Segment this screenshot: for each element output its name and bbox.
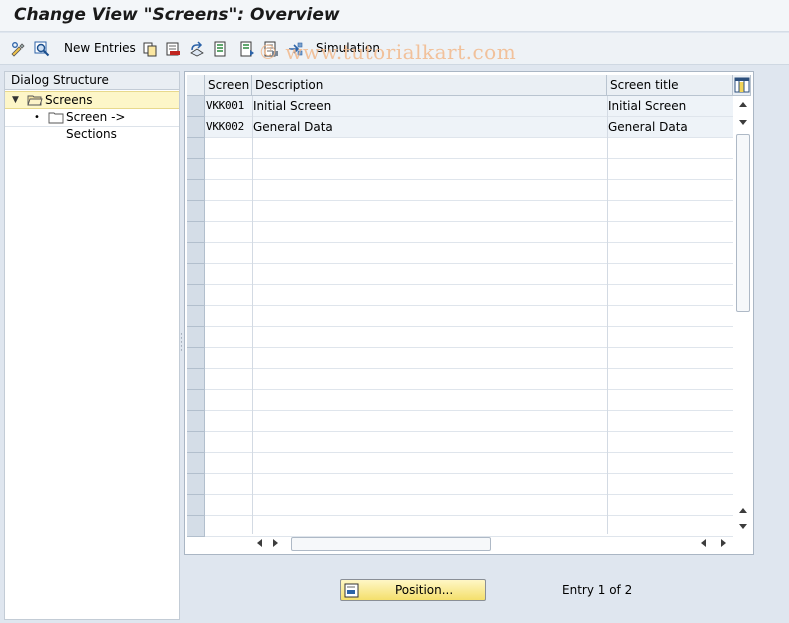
row-selector[interactable] [187, 264, 205, 285]
expand-toggle-icon[interactable]: ▼ [12, 92, 19, 109]
table-settings-icon [734, 77, 750, 93]
screens-table: Screen Description Screen title VKK001 In… [184, 71, 754, 555]
scroll-right-icon[interactable] [273, 539, 278, 547]
row-selector[interactable] [187, 432, 205, 453]
table-row[interactable] [205, 474, 733, 495]
table-row[interactable] [205, 201, 733, 222]
table-row[interactable] [205, 138, 733, 159]
tree-node-screen-sections[interactable]: • Screen -> Sections [5, 109, 179, 141]
row-selector[interactable] [187, 516, 205, 537]
tree-node-label: Screen -> Sections [66, 110, 126, 141]
row-selector[interactable] [187, 222, 205, 243]
table-row[interactable] [205, 453, 733, 474]
row-selector[interactable] [187, 390, 205, 411]
position-icon [344, 583, 359, 598]
row-selector[interactable] [187, 117, 205, 138]
table-row[interactable] [205, 264, 733, 285]
column-header-screen[interactable]: Screen [205, 75, 252, 96]
column-header-screen-title[interactable]: Screen title [607, 75, 733, 96]
column-header-description[interactable]: Description [252, 75, 607, 96]
dialog-structure-heading: Dialog Structure [5, 72, 179, 90]
row-selector[interactable] [187, 201, 205, 222]
row-selector[interactable] [187, 327, 205, 348]
row-selector[interactable] [187, 96, 205, 117]
select-all-corner[interactable] [187, 75, 205, 96]
cell-screen-title[interactable]: General Data [608, 117, 732, 137]
table-row[interactable] [205, 222, 733, 243]
copy-as-icon[interactable] [142, 40, 158, 58]
scroll-left-icon[interactable] [257, 539, 262, 547]
table-row[interactable] [205, 243, 733, 264]
dialog-structure-panel: Dialog Structure ▼ Screens • Screen -> S… [4, 71, 180, 620]
title-bar: Change View "Screens": Overview [0, 0, 789, 32]
new-entries-button[interactable]: New Entries [64, 41, 136, 55]
row-selector[interactable] [187, 369, 205, 390]
select-block-icon[interactable] [239, 40, 255, 58]
table-row[interactable]: VKK002 General Data General Data [205, 117, 733, 138]
table-row[interactable] [205, 390, 733, 411]
table-row[interactable] [205, 159, 733, 180]
row-selector[interactable] [187, 495, 205, 516]
row-selector[interactable] [187, 348, 205, 369]
undo-change-icon[interactable] [189, 40, 205, 58]
row-selector[interactable] [187, 285, 205, 306]
bullet-icon: • [34, 112, 40, 123]
table-row[interactable] [205, 432, 733, 453]
tree-node-screens[interactable]: ▼ Screens [5, 91, 179, 109]
vertical-scroll-thumb[interactable] [736, 134, 750, 312]
table-row[interactable] [205, 180, 733, 201]
table-row[interactable] [205, 369, 733, 390]
folder-icon [48, 110, 64, 129]
row-selector[interactable] [187, 306, 205, 327]
watermark: © www.tutorialkart.com [258, 40, 517, 64]
row-selector[interactable] [187, 138, 205, 159]
scroll-up-icon[interactable] [739, 102, 747, 107]
column-divider [252, 96, 253, 534]
horizontal-scrollbar[interactable] [255, 534, 735, 552]
page-title: Change View "Screens": Overview [14, 5, 340, 25]
row-selector[interactable] [187, 453, 205, 474]
table-row[interactable] [205, 306, 733, 327]
column-settings-button[interactable] [733, 75, 751, 96]
table-row[interactable] [205, 348, 733, 369]
row-selector[interactable] [187, 180, 205, 201]
table-row[interactable] [205, 285, 733, 306]
column-divider [607, 96, 608, 534]
tree-node-label: Screens [45, 93, 93, 107]
table-row[interactable] [205, 327, 733, 348]
cell-screen[interactable]: VKK001 [206, 96, 252, 116]
scroll-left-icon[interactable] [701, 539, 706, 547]
table-row[interactable] [205, 411, 733, 432]
scroll-right-icon[interactable] [721, 539, 726, 547]
scroll-up-icon[interactable] [739, 508, 747, 513]
position-button[interactable]: Position... [340, 579, 486, 601]
scroll-down-icon[interactable] [739, 120, 747, 125]
delete-icon[interactable] [165, 40, 181, 58]
table-row[interactable] [205, 495, 733, 516]
vertical-scrollbar[interactable] [735, 96, 751, 534]
scroll-down-icon[interactable] [739, 524, 747, 529]
entry-counter: Entry 1 of 2 [562, 583, 633, 597]
cell-description[interactable]: General Data [253, 117, 605, 137]
cell-screen-title[interactable]: Initial Screen [608, 96, 732, 116]
row-selector[interactable] [187, 474, 205, 495]
display-change-icon[interactable] [10, 40, 26, 58]
row-selector[interactable] [187, 159, 205, 180]
position-button-label: Position... [395, 583, 454, 597]
horizontal-scroll-thumb[interactable] [291, 537, 491, 551]
select-all-icon[interactable] [213, 40, 229, 58]
cell-screen[interactable]: VKK002 [206, 117, 252, 137]
row-selector[interactable] [187, 243, 205, 264]
find-icon[interactable] [34, 40, 50, 58]
row-selector[interactable] [187, 411, 205, 432]
table-row[interactable]: VKK001 Initial Screen Initial Screen [205, 96, 733, 117]
cell-description[interactable]: Initial Screen [253, 96, 605, 116]
